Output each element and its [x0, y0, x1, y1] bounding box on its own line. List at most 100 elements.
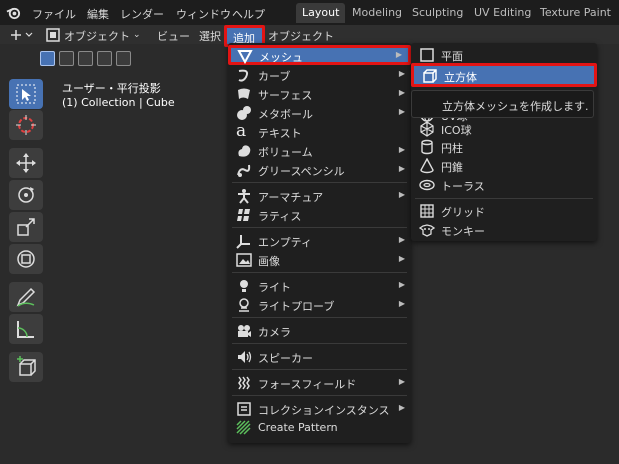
blender-logo-icon[interactable]: [6, 5, 21, 20]
add-menu-item-grease-pencil[interactable]: グリースペンシル ▶: [228, 160, 411, 180]
mode-selector[interactable]: オブジェクト: [64, 28, 130, 44]
collection-instance-icon: [237, 402, 251, 416]
cone-icon: [420, 158, 434, 174]
plane-icon: [420, 48, 434, 62]
add-cube-icon: [17, 356, 36, 376]
menu-file[interactable]: ファイル: [32, 6, 76, 22]
menu-window[interactable]: ウィンドウ: [176, 6, 231, 22]
object-menu[interactable]: オブジェクト: [268, 28, 334, 44]
editor-type-icon[interactable]: [9, 27, 37, 43]
workspace-tab-uv-editing[interactable]: UV Editing: [468, 3, 537, 23]
view-menu[interactable]: ビュー: [157, 28, 190, 44]
menu-render[interactable]: レンダー: [120, 6, 164, 22]
cylinder-icon: [421, 139, 433, 155]
mesh-item-plane[interactable]: 平面: [411, 45, 597, 65]
add-menu-item-lattice[interactable]: ラティス: [228, 205, 411, 225]
ico-sphere-icon: [420, 121, 434, 137]
scale-tool[interactable]: [9, 212, 43, 242]
menu-help[interactable]: ヘルプ: [232, 6, 265, 22]
grease-pencil-icon: [237, 164, 251, 177]
add-menu-item-volume[interactable]: ボリューム ▶: [228, 141, 411, 161]
add-menu-item-armature[interactable]: アーマチュア ▶: [228, 186, 411, 206]
add-menu-item-empty[interactable]: エンプティ ▶: [228, 231, 411, 251]
monkey-icon: [419, 224, 435, 237]
viewport-header: オブジェクト ⌄ ビュー 選択 追加 オブジェクト: [0, 25, 619, 47]
add-menu-item-camera[interactable]: カメラ: [228, 321, 411, 341]
add-menu-item-label: テキスト: [258, 127, 302, 140]
workspace-tab-texture-paint[interactable]: Texture Paint: [534, 3, 617, 23]
mesh-item-ico-sphere[interactable]: ICO球: [411, 119, 597, 139]
volume-icon: [238, 145, 251, 157]
mesh-item-label: 円錐: [441, 161, 463, 174]
add-menu-item-force-field[interactable]: フォースフィールド ▶: [228, 373, 411, 393]
select-menu[interactable]: 選択: [199, 28, 221, 44]
add-menu-item-label: サーフェス: [258, 89, 313, 102]
cursor-icon: [16, 115, 36, 135]
select-new-icon[interactable]: [40, 51, 55, 66]
select-extend-icon[interactable]: [59, 51, 74, 66]
add-menu-dropdown: メッシュ ▶ カーブ ▶ サーフェス ▶ メタボール ▶ a テキスト ボリュー…: [228, 43, 411, 443]
menu-separator: [232, 227, 407, 228]
surface-icon: [238, 88, 250, 99]
menu-separator: [415, 198, 593, 199]
measure-tool[interactable]: [9, 314, 43, 344]
text-icon: a: [236, 121, 247, 141]
speaker-icon: [238, 351, 252, 363]
add-menu-item-mesh[interactable]: メッシュ ▶: [228, 45, 411, 65]
move-tool[interactable]: [9, 148, 43, 178]
select-intersect-icon[interactable]: [116, 51, 131, 66]
add-menu-item-create-pattern[interactable]: Create Pattern: [228, 418, 411, 438]
add-menu-item-label: グリースペンシル: [258, 165, 345, 178]
select-invert-icon[interactable]: [97, 51, 112, 66]
mesh-item-cone[interactable]: 円錐: [411, 156, 597, 176]
mesh-item-cylinder[interactable]: 円柱: [411, 137, 597, 157]
select-box-tool[interactable]: [9, 79, 43, 109]
mesh-item-label: モンキー: [441, 225, 485, 238]
mesh-item-torus[interactable]: トーラス: [411, 175, 597, 195]
mesh-item-monkey[interactable]: モンキー: [411, 220, 597, 240]
menu-separator: [232, 395, 407, 396]
mesh-item-label: 平面: [441, 50, 463, 63]
transform-tool[interactable]: [9, 244, 43, 274]
add-menu-item-speaker[interactable]: スピーカー: [228, 347, 411, 367]
measure-icon: [17, 321, 34, 338]
submenu-arrow-icon: ▶: [398, 69, 405, 78]
cursor-tool[interactable]: [9, 110, 43, 140]
submenu-arrow-icon: ▶: [398, 377, 405, 386]
submenu-arrow-icon: ▶: [398, 403, 405, 412]
rotate-icon: [18, 187, 34, 203]
add-menu-item-light[interactable]: ライト ▶: [228, 276, 411, 296]
torus-icon: [419, 179, 435, 191]
add-menu-item-collection-instance[interactable]: コレクションインスタンス ▶: [228, 399, 411, 419]
workspace-tab-sculpting[interactable]: Sculpting: [406, 3, 469, 23]
annotate-tool[interactable]: [9, 282, 43, 312]
workspace-tab-modeling[interactable]: Modeling: [346, 3, 408, 23]
collection-info: (1) Collection | Cube: [62, 96, 175, 109]
add-cube-tool[interactable]: [9, 352, 43, 382]
add-menu-item-text[interactable]: a テキスト: [228, 121, 411, 142]
lattice-icon: [237, 209, 250, 221]
submenu-arrow-icon: ▶: [398, 88, 405, 97]
add-menu-item-label: エンプティ: [258, 236, 313, 249]
mesh-item-cube[interactable]: 立方体: [411, 63, 597, 87]
menu-separator: [232, 272, 407, 273]
add-menu-item-curve[interactable]: カーブ ▶: [228, 65, 411, 85]
add-menu-item-light-probe[interactable]: ライトプローブ ▶: [228, 295, 411, 315]
mesh-item-label: トーラス: [441, 180, 485, 193]
empty-icon: [236, 235, 250, 249]
add-menu-item-label: ラティス: [258, 210, 302, 223]
select-subtract-icon[interactable]: [78, 51, 93, 66]
mesh-item-grid[interactable]: グリッド: [411, 201, 597, 221]
rotate-tool[interactable]: [9, 180, 43, 210]
workspace-tab-layout[interactable]: Layout: [296, 3, 346, 23]
add-menu-item-label: メタボール: [258, 108, 313, 121]
chevron-down-icon[interactable]: ⌄: [133, 30, 141, 40]
add-menu-item-surface[interactable]: サーフェス ▶: [228, 84, 411, 104]
add-menu-item-metaball[interactable]: メタボール ▶: [228, 103, 411, 123]
menu-edit[interactable]: 編集: [87, 6, 109, 22]
submenu-arrow-icon: ▶: [398, 280, 405, 289]
mesh-submenu: 平面 立方体 円 UV球 ICO球 円柱 円錐 トーラス グリッド モンキー: [411, 43, 597, 241]
add-menu-item-image[interactable]: 画像 ▶: [228, 250, 411, 270]
add-menu-item-label: メッシュ: [259, 51, 303, 64]
mesh-item-label: グリッド: [441, 206, 485, 219]
